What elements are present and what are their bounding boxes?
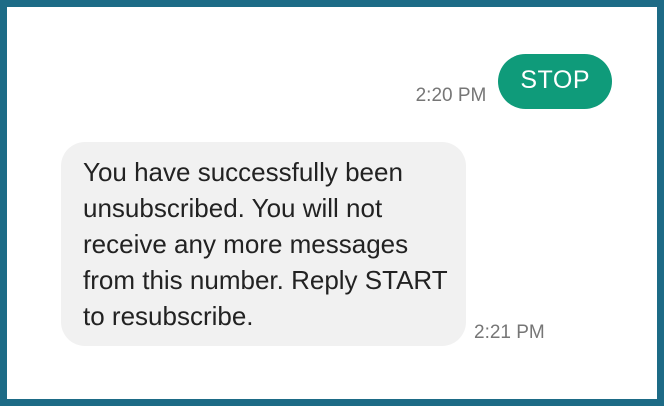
incoming-message-timestamp: 2:21 PM <box>474 322 545 343</box>
outgoing-message-row: 2:20 PM STOP <box>416 54 612 109</box>
incoming-message-bubble[interactable]: You have successfully been unsubscribed.… <box>61 142 466 346</box>
screenshot-frame: 2:20 PM STOP You have successfully been … <box>0 0 664 406</box>
outgoing-message-timestamp: 2:20 PM <box>415 85 487 106</box>
outgoing-message-bubble[interactable]: STOP <box>498 54 612 109</box>
incoming-message-row: You have successfully been unsubscribed.… <box>61 142 545 346</box>
message-thread: 2:20 PM STOP You have successfully been … <box>14 14 650 392</box>
